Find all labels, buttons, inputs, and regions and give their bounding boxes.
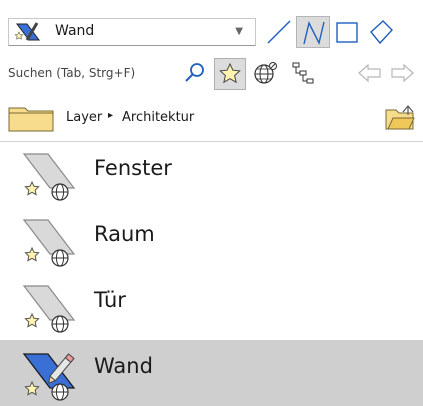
- line-tool-button[interactable]: [262, 16, 296, 48]
- search-icon: [185, 63, 204, 82]
- line-icon: [267, 20, 291, 44]
- list-item-fenster[interactable]: Fenster: [0, 142, 423, 208]
- arrow-right-icon: [391, 63, 414, 83]
- search-placeholder: Suchen (Tab, Strg+F): [8, 66, 136, 80]
- folder-icon: [8, 107, 54, 132]
- list-item-tuer[interactable]: Tür: [0, 274, 423, 340]
- favorites-filter-button[interactable]: [214, 58, 246, 90]
- list-item-label: Fenster: [94, 156, 172, 180]
- feature-template-list: Fenster Raum Tür Wand: [0, 142, 423, 406]
- polygon-feature-icon: [22, 153, 76, 201]
- breadcrumb-item-architektur[interactable]: Architektur: [122, 110, 194, 125]
- polygon-feature-icon: [22, 285, 76, 333]
- globe-icon: [254, 62, 277, 84]
- list-item-label: Wand: [94, 354, 153, 378]
- toolbar: Wand ▼: [0, 0, 423, 54]
- polygon-icon: [370, 20, 393, 45]
- wall-feature-icon: [22, 353, 76, 401]
- breadcrumb-separator-icon: ▸: [108, 110, 114, 121]
- wall-feature-icon: [14, 20, 41, 44]
- hierarchy-view-button[interactable]: [288, 58, 320, 90]
- feature-type-select[interactable]: Wand ▼: [8, 18, 256, 46]
- rectangle-icon: [336, 22, 358, 43]
- polygon-tool-button[interactable]: [364, 16, 398, 48]
- list-item-label: Raum: [94, 222, 155, 246]
- list-item-label: Tür: [94, 288, 126, 312]
- polyline-tool-button[interactable]: [296, 16, 330, 48]
- search-button[interactable]: [180, 58, 212, 90]
- search-input[interactable]: Suchen (Tab, Strg+F): [8, 60, 208, 90]
- chevron-down-icon: ▼: [235, 26, 243, 37]
- breadcrumb: Layer ▸ Architektur: [0, 96, 423, 140]
- star-icon: [219, 62, 241, 84]
- back-button[interactable]: [354, 58, 386, 90]
- list-item-wand[interactable]: Wand: [0, 340, 423, 406]
- polyline-icon: [303, 20, 325, 46]
- list-item-raum[interactable]: Raum: [0, 208, 423, 274]
- geometry-filter-button[interactable]: [250, 58, 282, 90]
- polygon-feature-icon: [22, 219, 76, 267]
- hierarchy-icon: [292, 62, 314, 84]
- forward-button[interactable]: [386, 58, 418, 90]
- search-row: Suchen (Tab, Strg+F): [0, 54, 423, 96]
- breadcrumb-item-layer[interactable]: Layer: [66, 110, 102, 125]
- folder-up-button[interactable]: [385, 104, 415, 130]
- rectangle-tool-button[interactable]: [330, 16, 364, 48]
- feature-select-value: Wand: [55, 23, 95, 39]
- arrow-left-icon: [358, 63, 381, 83]
